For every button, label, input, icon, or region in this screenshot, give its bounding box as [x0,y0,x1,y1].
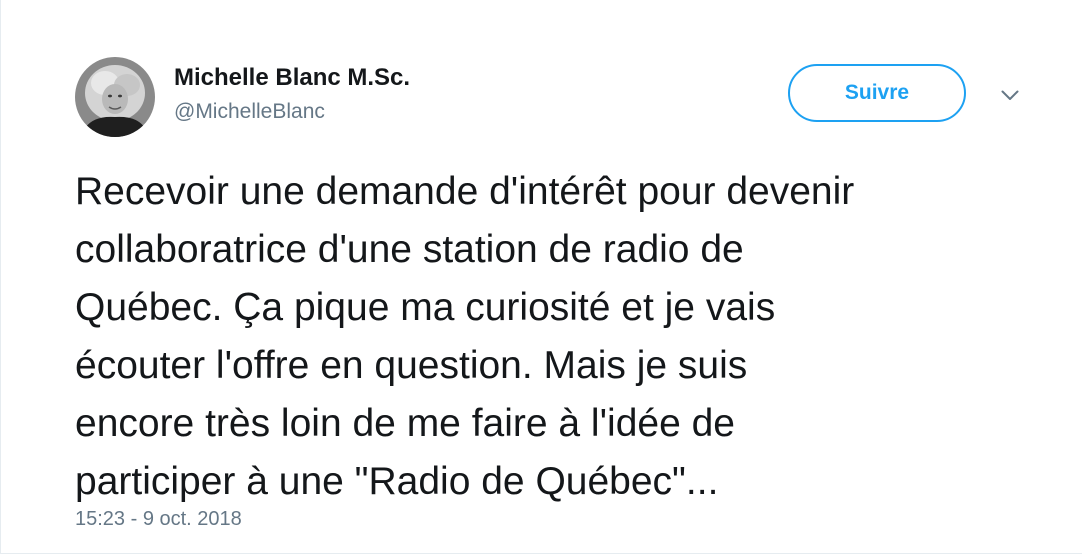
tweet-text-line: collaboratrice d'une station de radio de [75,228,744,271]
chevron-down-icon[interactable] [997,84,1023,106]
tweet-text-line: participer à une "Radio de Québec"... [75,460,719,503]
tweet-text-line: écouter l'offre en question. Mais je sui… [75,344,748,387]
avatar[interactable] [75,57,155,137]
avatar-photo [75,57,155,137]
tweet-text-line: Recevoir une demande d'intérêt pour deve… [75,170,855,213]
follow-button[interactable]: Suivre [788,64,966,122]
tweet-text-line: Québec. Ça pique ma curiosité et je vais [75,286,776,329]
author-display-name[interactable]: Michelle Blanc M.Sc. [174,64,410,92]
tweet-text-line: encore très loin de me faire à l'idée de [75,402,735,445]
author-handle[interactable]: @MichelleBlanc [174,100,325,124]
tweet-timestamp[interactable]: 15:23 - 9 oct. 2018 [75,508,242,531]
tweet-card: Michelle Blanc M.Sc. @MichelleBlanc Suiv… [0,0,1082,554]
tweet-text: Recevoir une demande d'intérêt pour deve… [75,163,1065,511]
